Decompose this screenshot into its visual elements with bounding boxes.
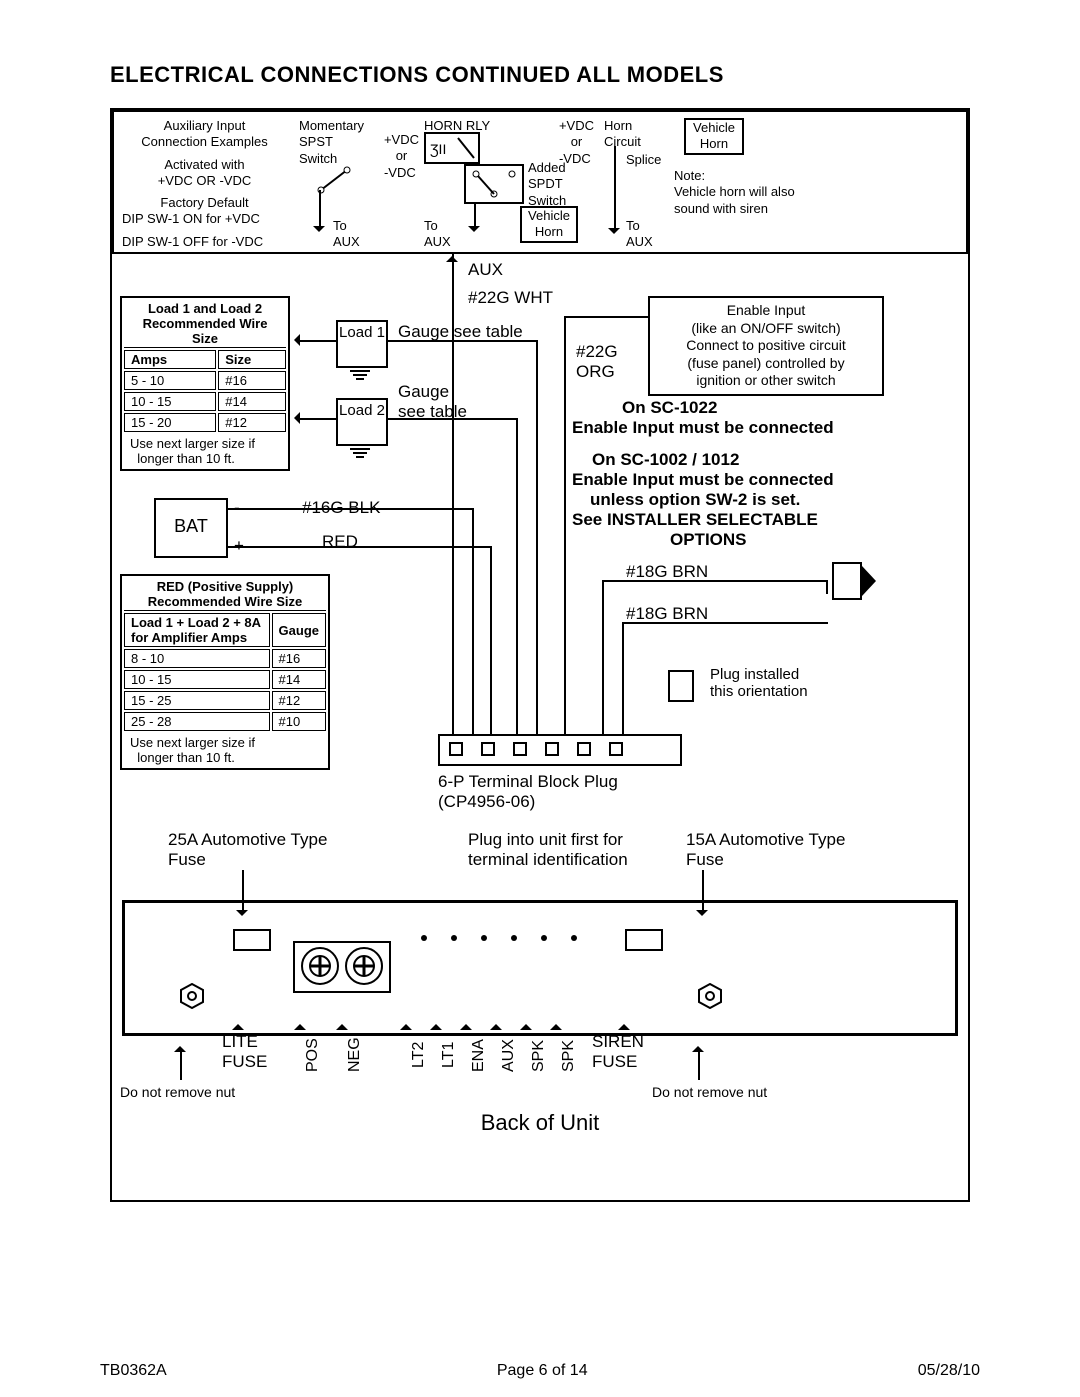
plug-orient-icon	[668, 670, 694, 702]
t: Activated with	[122, 157, 287, 173]
t: Auxiliary Input	[122, 118, 287, 134]
t: OPTIONS	[670, 530, 747, 550]
footer-docid: TB0362A	[100, 1362, 167, 1380]
t: +VDC	[559, 118, 594, 134]
load2-box: Load 2	[336, 398, 388, 446]
plug-label: 6-P Terminal Block Plug(CP4956-06)	[438, 772, 618, 812]
plug-note: Plug into unit first forterminal identif…	[468, 830, 628, 870]
t: unless option SW-2 is set.	[590, 490, 800, 510]
t: sound with siren	[674, 201, 795, 217]
t: Enable Input must be connected	[572, 418, 834, 438]
t: Connection Examples	[122, 134, 287, 150]
t: To	[424, 218, 451, 234]
terminal-block-plug	[438, 734, 682, 766]
t: Note:	[674, 168, 795, 184]
diagram-frame: Auxiliary Input Connection Examples Acti…	[110, 108, 970, 1202]
red-wire-table: RED (Positive Supply)Recommended Wire Si…	[120, 574, 330, 770]
brn2: #18G BRN	[626, 604, 708, 624]
footer-date: 05/28/10	[918, 1362, 980, 1380]
term-neg: NEG	[346, 1037, 364, 1072]
t: See INSTALLER SELECTABLE	[572, 510, 818, 530]
spst-switch-icon	[317, 164, 357, 194]
term-ena: ENA	[470, 1039, 488, 1072]
t: To	[626, 218, 653, 234]
term-lt2: LT2	[410, 1042, 428, 1068]
aux-col-text: Auxiliary Input Connection Examples Acti…	[122, 118, 287, 246]
back-of-unit-label: Back of Unit	[112, 1110, 968, 1136]
gauge1-label: Gauge see table	[398, 322, 523, 342]
siren-fuse-label: SIRENFUSE	[592, 1032, 644, 1072]
term-aux: AUX	[500, 1039, 518, 1072]
svg-text:ƷII: ƷII	[430, 141, 446, 157]
t: Factory Default	[122, 195, 287, 211]
t: AUX	[424, 234, 451, 250]
t: +VDC OR -VDC	[158, 173, 252, 188]
term-spk2: SPK	[560, 1040, 578, 1072]
t: +VDC	[384, 132, 419, 148]
nut-note-left: Do not remove nut	[120, 1084, 235, 1100]
t: Vehicle	[688, 120, 740, 136]
lite-fuse-slot	[233, 929, 271, 951]
t: Vehicle horn will also	[674, 184, 795, 200]
t: Horn	[688, 136, 740, 152]
t: Enable Input must be connected	[572, 470, 834, 490]
aux-col-spst: Momentary SPST Switch +VDC or -VDC To AU…	[299, 118, 419, 246]
t: DIP SW-1 OFF for -VDC	[122, 234, 287, 250]
t: Horn	[604, 118, 641, 134]
t: Splice	[626, 152, 661, 168]
fuse15-label: 15A Automotive Type Fuse	[686, 830, 846, 870]
term-pos: POS	[304, 1038, 322, 1072]
speaker-icon	[832, 562, 862, 600]
aux-examples-box: Auxiliary Input Connection Examples Acti…	[112, 110, 968, 254]
aux-col-relay: HORN RLY +VDC or -VDC ƷII Added SPDT Swi…	[424, 118, 594, 246]
hex-nut-icon	[179, 983, 205, 1009]
footer-page: Page 6 of 14	[497, 1362, 588, 1380]
t: SPDT	[528, 176, 566, 192]
t: Added	[528, 160, 566, 176]
spdt-switch-icon	[464, 164, 524, 204]
enable-input-box: Enable Input (like an ON/OFF switch) Con…	[648, 296, 884, 396]
term-lt1: LT1	[440, 1042, 458, 1068]
t: -VDC	[384, 165, 419, 181]
aux-col-horn: Horn Circuit Vehicle Horn Splice Note: V…	[604, 118, 824, 246]
org-label: #22GORG	[576, 342, 618, 382]
t: or	[559, 134, 594, 150]
page-title: ELECTRICAL CONNECTIONS CONTINUED ALL MOD…	[110, 62, 1080, 88]
t: On SC-1002 / 1012	[592, 450, 739, 470]
bat-box: BAT	[154, 498, 228, 558]
lite-fuse-label: LITEFUSE	[222, 1032, 267, 1072]
t: To	[333, 218, 360, 234]
t: DIP SW-1 ON for +VDC	[122, 211, 287, 227]
load-wire-table: Load 1 and Load 2Recommended Wire Size A…	[120, 296, 290, 471]
siren-fuse-slot	[625, 929, 663, 951]
t: Circuit	[604, 134, 641, 150]
t: Vehicle	[524, 208, 574, 224]
t: Horn	[524, 224, 574, 240]
load1-box: Load 1	[336, 320, 388, 368]
hex-nut-icon	[697, 983, 723, 1009]
t: or	[384, 148, 419, 164]
enable-note: On SC-1022	[622, 398, 717, 418]
t: AUX	[626, 234, 653, 250]
brn1: #18G BRN	[626, 562, 708, 582]
plug-orient: Plug installedthis orientation	[710, 666, 808, 700]
aux-wire-label: #22G WHT	[468, 288, 553, 308]
fuse25-label: 25A Automotive Type Fuse	[168, 830, 328, 870]
unit-back-panel	[122, 900, 958, 1036]
nut-note-right: Do not remove nut	[652, 1084, 767, 1100]
aux-label: AUX	[468, 260, 503, 280]
term-spk1: SPK	[530, 1040, 548, 1072]
t: AUX	[333, 234, 360, 250]
relay-icon: ƷII	[424, 132, 480, 168]
red-label: RED	[322, 532, 358, 552]
